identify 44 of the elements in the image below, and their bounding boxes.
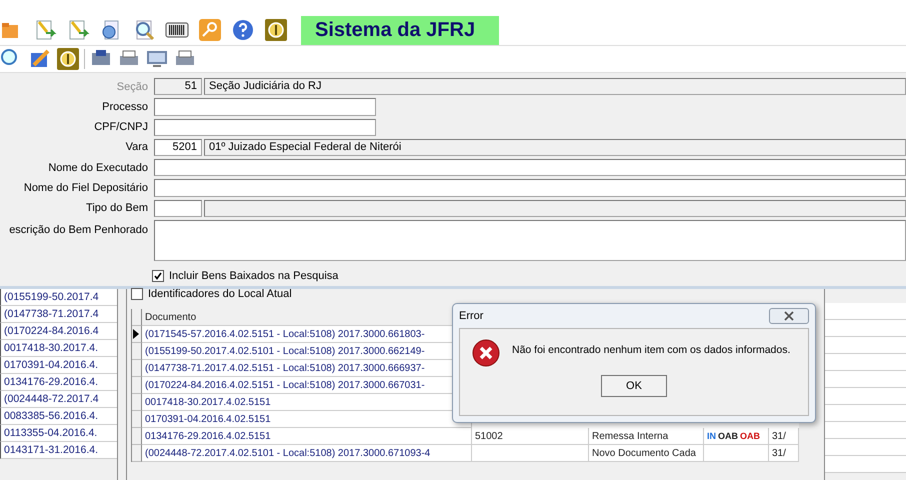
list-item[interactable]: 0083385-56.2016.4. bbox=[0, 408, 117, 425]
list-item[interactable]: 0113355-04.2016.4. bbox=[0, 425, 117, 442]
app-title: Sistema da JFRJ bbox=[301, 16, 499, 44]
field-label: Seção bbox=[116, 80, 149, 93]
status-tag: IN bbox=[707, 432, 716, 440]
table-cell: (0147738-71.2017.4.02.5151 - Local:5108) 2017.3000.666937- bbox=[145, 362, 425, 374]
field-label: Nome do Fiel Depositário bbox=[22, 182, 149, 194]
table-cell: 51002 bbox=[472, 428, 589, 445]
field-label: CPF/CNPJ bbox=[93, 121, 149, 134]
table-cell: 31/ bbox=[769, 445, 799, 462]
table-cell: Remessa Interna bbox=[589, 428, 704, 445]
list-item[interactable]: 0134176-29.2016.4. bbox=[0, 374, 117, 391]
checkbox-label: Incluir Bens Baixados na Pesquisa bbox=[169, 270, 338, 282]
field-label: Processo bbox=[101, 100, 149, 113]
list-item[interactable]: 0143171-31.2016.4. bbox=[0, 442, 117, 459]
field-label: Vara bbox=[124, 141, 149, 154]
status-tag: OAB bbox=[718, 432, 738, 440]
error-message: Não foi encontrado nenhum item com os dados informados. bbox=[512, 344, 790, 356]
table-cell: (0170224-84.2016.4.02.5151 - Local:5108) 2017.3000.667031- bbox=[145, 380, 425, 390]
field-label: escrição do Bem Penhorado bbox=[8, 224, 149, 236]
table-cell: 31/ bbox=[769, 428, 799, 445]
status-tag: OAB bbox=[740, 432, 760, 440]
list-item[interactable]: 0170391-04.2016.4. bbox=[0, 357, 117, 374]
field-label: Tipo do Bem bbox=[85, 202, 149, 214]
code-field: 51 bbox=[154, 78, 202, 96]
table-cell: (0171545-57.2016.4.02.5151 - Local:5108) 2017.3000.661803- bbox=[145, 328, 425, 340]
list-item[interactable]: (0155199-50.2017.4 bbox=[0, 289, 117, 306]
list-item[interactable]: 0017418-30.2017.4. bbox=[0, 340, 117, 357]
dialog-title: Error bbox=[459, 310, 484, 322]
table-cell: Novo Documento Cada bbox=[589, 445, 704, 462]
name-field: Seção Judiciária do RJ bbox=[204, 78, 906, 96]
name-field: 01º Juizado Especial Federal de Niterói bbox=[204, 138, 906, 156]
field-label: Nome do Executado bbox=[47, 162, 149, 174]
table-cell: (0024448-72.2017.4.02.5101 - Local:5108) 2017.3000.671093-4 bbox=[145, 448, 430, 458]
ok-button[interactable]: OK bbox=[601, 375, 667, 397]
table-cell: 0017418-30.2017.4.02.5151 bbox=[145, 396, 271, 408]
list-item[interactable]: (0170224-84.2016.4 bbox=[0, 323, 117, 340]
table-cell: 0134176-29.2016.4.02.5151 bbox=[145, 430, 271, 442]
list-item[interactable]: (0024448-72.2017.4 bbox=[0, 391, 117, 408]
checkbox-label: Identificadores do Local Atual bbox=[148, 288, 292, 300]
list-item[interactable]: (0147738-71.2017.4 bbox=[0, 306, 117, 323]
table-cell: (0155199-50.2017.4.02.5101 - Local:5108) 2017.3000.662149- bbox=[145, 346, 425, 356]
table-cell: 0170391-04.2016.4.02.5151 bbox=[145, 414, 271, 424]
code-field[interactable]: 5201 bbox=[154, 138, 202, 156]
